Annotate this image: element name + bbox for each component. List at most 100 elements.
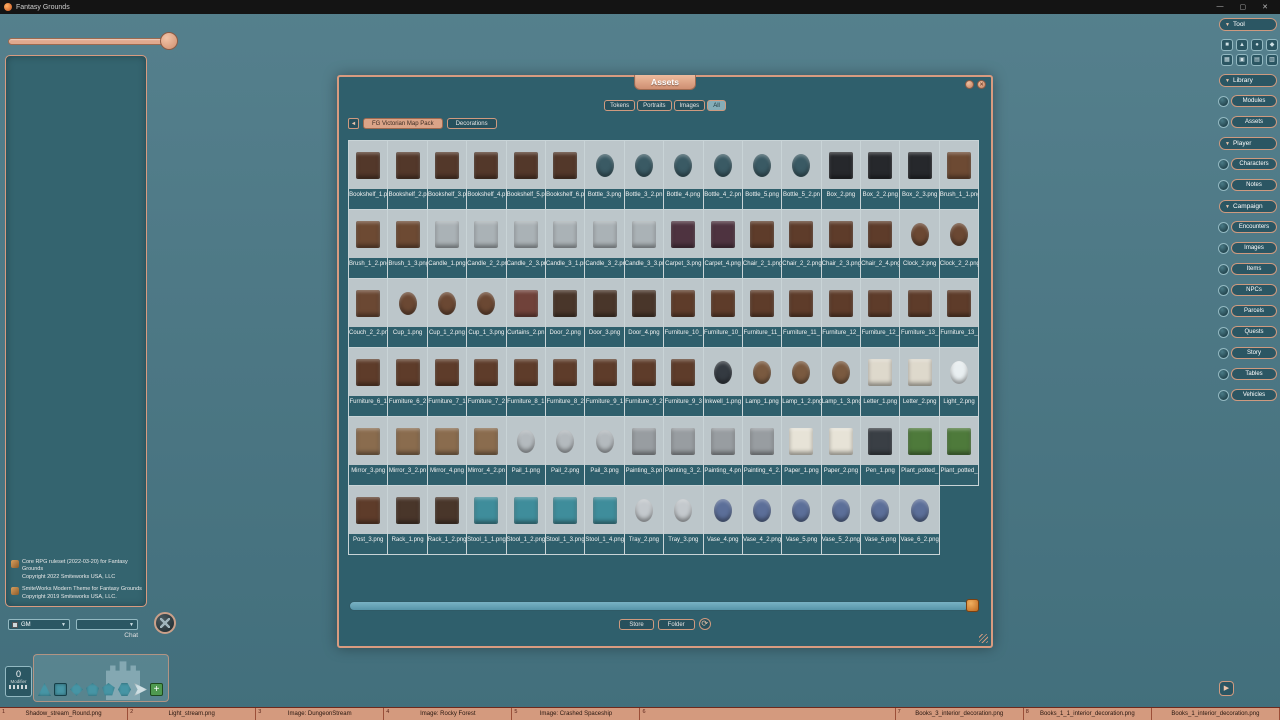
tool-button-8[interactable]: ▥ bbox=[1266, 54, 1278, 66]
asset-cell[interactable]: Furniture_10_ bbox=[664, 279, 703, 348]
horizontal-scrollbar[interactable] bbox=[349, 601, 969, 611]
taskbar-tab[interactable]: 8Books_1_1_interior_decoration.png bbox=[1024, 708, 1152, 720]
asset-cell[interactable]: Lamp_1_2.png bbox=[782, 348, 821, 417]
asset-cell[interactable]: Bottle_4_2.pn bbox=[704, 141, 743, 210]
asset-cell[interactable]: Painting_3.pn bbox=[625, 417, 664, 486]
tool-button-5[interactable]: ▦ bbox=[1221, 54, 1233, 66]
asset-cell[interactable]: Furniture_10_ bbox=[704, 279, 743, 348]
asset-cell[interactable]: Painting_4_2. bbox=[743, 417, 782, 486]
d12-die[interactable] bbox=[102, 683, 115, 696]
asset-cell[interactable]: Mirror_4_2.pn bbox=[467, 417, 506, 486]
asset-cell[interactable]: Stool_1_4.png bbox=[585, 486, 624, 555]
asset-cell[interactable]: Lamp_1.png bbox=[743, 348, 782, 417]
sidebar-collapse-button[interactable]: ▶ bbox=[1219, 681, 1234, 696]
sidebar-item-story[interactable]: Story bbox=[1218, 347, 1279, 359]
taskbar-tab[interactable]: 4Image: Rocky Forest bbox=[384, 708, 512, 720]
window-pin-button[interactable] bbox=[965, 80, 974, 89]
sidebar-item-images[interactable]: Images bbox=[1218, 242, 1279, 254]
asset-cell[interactable]: Chair_2_3.png bbox=[822, 210, 861, 279]
asset-cell[interactable]: Tray_3.png bbox=[664, 486, 703, 555]
asset-cell[interactable]: Vase_4.png bbox=[704, 486, 743, 555]
asset-cell[interactable]: Bookshelf_3.p bbox=[428, 141, 467, 210]
asset-cell[interactable]: Brush_1_1.png bbox=[940, 141, 979, 210]
asset-cell[interactable]: Furniture_9_2 bbox=[625, 348, 664, 417]
taskbar-tab[interactable]: Books_1_interior_decoration.png bbox=[1152, 708, 1280, 720]
asset-cell[interactable]: Candle_3_3.pn bbox=[625, 210, 664, 279]
asset-cell[interactable]: Furniture_8_2 bbox=[546, 348, 585, 417]
asset-cell[interactable]: Furniture_11_ bbox=[743, 279, 782, 348]
taskbar-tab[interactable]: 1Shadow_stream_Round.png bbox=[0, 708, 128, 720]
asset-cell[interactable]: Door_3.png bbox=[585, 279, 624, 348]
token-bag-icon[interactable] bbox=[966, 599, 979, 612]
asset-cell[interactable]: Vase_5.png bbox=[782, 486, 821, 555]
window-title[interactable]: Assets bbox=[634, 75, 696, 90]
asset-cell[interactable]: Furniture_7_1 bbox=[428, 348, 467, 417]
sidebar-header-player[interactable]: ▼Player bbox=[1219, 137, 1277, 150]
back-button[interactable]: ◄ bbox=[348, 118, 359, 129]
taskbar-tab[interactable]: 6 bbox=[640, 708, 895, 720]
asset-cell[interactable]: Furniture_13_ bbox=[900, 279, 939, 348]
asset-cell[interactable]: Candle_1.png bbox=[428, 210, 467, 279]
asset-cell[interactable]: Brush_1_3.png bbox=[388, 210, 427, 279]
asset-cell[interactable]: Bookshelf_2.p bbox=[388, 141, 427, 210]
asset-cell[interactable]: Door_4.png bbox=[625, 279, 664, 348]
module-filter-button[interactable]: FG Victorian Map Pack bbox=[363, 118, 443, 129]
asset-cell[interactable]: Bookshelf_6.p bbox=[546, 141, 585, 210]
sidebar-item-parcels[interactable]: Parcels bbox=[1218, 305, 1279, 317]
asset-cell[interactable]: Pail_2.png bbox=[546, 417, 585, 486]
asset-cell[interactable]: Door_2.png bbox=[546, 279, 585, 348]
folder-button[interactable]: Folder bbox=[658, 619, 695, 630]
taskbar-tab[interactable]: 5Image: Crashed Spaceship bbox=[512, 708, 640, 720]
asset-cell[interactable]: Box_2_2.png bbox=[861, 141, 900, 210]
tool-button-2[interactable]: ▲ bbox=[1236, 39, 1248, 51]
identity-select[interactable]: GM ▼ bbox=[8, 619, 70, 630]
asset-cell[interactable]: Rack_1_2.png bbox=[428, 486, 467, 555]
asset-cell[interactable]: Box_2.png bbox=[822, 141, 861, 210]
asset-cell[interactable]: Bottle_3.png bbox=[585, 141, 624, 210]
asset-cell[interactable]: Inkwell_1.png bbox=[704, 348, 743, 417]
asset-cell[interactable]: Furniture_8_1 bbox=[507, 348, 546, 417]
asset-cell[interactable]: Chair_2_2.png bbox=[782, 210, 821, 279]
asset-cell[interactable]: Post_3.png bbox=[349, 486, 388, 555]
asset-cell[interactable]: Curtains_2.pn bbox=[507, 279, 546, 348]
add-die-button[interactable]: + bbox=[150, 683, 163, 696]
asset-cell[interactable]: Clock_2_2.png bbox=[940, 210, 979, 279]
sidebar-item-modules[interactable]: Modules bbox=[1218, 95, 1279, 107]
tab-images[interactable]: Images bbox=[674, 100, 706, 111]
sidebar-item-notes[interactable]: Notes bbox=[1218, 179, 1279, 191]
asset-cell[interactable]: Mirror_3_2.pn bbox=[388, 417, 427, 486]
asset-cell[interactable]: Vase_6_2.png bbox=[900, 486, 939, 555]
asset-cell[interactable]: Furniture_12_ bbox=[861, 279, 900, 348]
asset-cell[interactable]: Bookshelf_4.p bbox=[467, 141, 506, 210]
sidebar-header-campaign[interactable]: ▼Campaign bbox=[1219, 200, 1277, 213]
asset-cell[interactable]: Vase_4_2.png bbox=[743, 486, 782, 555]
d20-die[interactable] bbox=[118, 683, 131, 696]
sidebar-item-tables[interactable]: Tables bbox=[1218, 368, 1279, 380]
window-close-button[interactable]: ✕ bbox=[977, 80, 986, 89]
asset-cell[interactable]: Carpet_4.png bbox=[704, 210, 743, 279]
asset-cell[interactable]: Painting_3_2. bbox=[664, 417, 703, 486]
asset-cell[interactable]: Plant_potted_ bbox=[940, 417, 979, 486]
asset-cell[interactable]: Furniture_6_1 bbox=[349, 348, 388, 417]
asset-cell[interactable]: Pail_3.png bbox=[585, 417, 624, 486]
d4-die[interactable] bbox=[38, 683, 51, 696]
asset-cell[interactable]: Lamp_1_3.png bbox=[822, 348, 861, 417]
asset-cell[interactable]: Chair_2_4.png bbox=[861, 210, 900, 279]
maximize-button[interactable]: ▢ bbox=[1240, 3, 1247, 11]
tab-portraits[interactable]: Portraits bbox=[637, 100, 671, 111]
asset-cell[interactable]: Furniture_9_1 bbox=[585, 348, 624, 417]
asset-cell[interactable]: Stool_1_1.png bbox=[467, 486, 506, 555]
asset-cell[interactable]: Vase_6.png bbox=[861, 486, 900, 555]
asset-cell[interactable]: Furniture_7_2 bbox=[467, 348, 506, 417]
asset-cell[interactable]: Bookshelf_1.p bbox=[349, 141, 388, 210]
asset-cell[interactable]: Mirror_3.png bbox=[349, 417, 388, 486]
asset-cell[interactable]: Candle_2_3.pn bbox=[507, 210, 546, 279]
asset-cell[interactable]: Bookshelf_5.p bbox=[507, 141, 546, 210]
asset-cell[interactable]: Rack_1.png bbox=[388, 486, 427, 555]
taskbar-tab[interactable]: 2Light_stream.png bbox=[128, 708, 256, 720]
dice-tower-button[interactable] bbox=[154, 612, 176, 634]
asset-cell[interactable]: Mirror_4.png bbox=[428, 417, 467, 486]
close-button[interactable]: ✕ bbox=[1262, 3, 1268, 11]
tool-button-4[interactable]: ◆ bbox=[1266, 39, 1278, 51]
minimize-button[interactable]: — bbox=[1217, 3, 1224, 11]
